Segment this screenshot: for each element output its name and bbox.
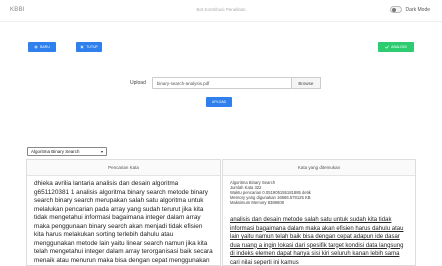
found-words-text: analisis dan desain metode salah satu un… bbox=[230, 217, 404, 266]
search-text-panel-title: Pencarian Kata bbox=[27, 160, 220, 176]
found-words-panel: Kata yang ditemukan Algoritma Binary Sea… bbox=[222, 159, 416, 266]
new-button-label: Baru bbox=[40, 45, 50, 49]
upload-row: Upload binary-search-analysis.pdf Browse bbox=[130, 76, 321, 90]
browse-button[interactable]: Browse bbox=[291, 77, 321, 89]
dark-mode-label: Dark Mode bbox=[405, 6, 430, 13]
analyze-button-label: Analisis bbox=[391, 45, 407, 49]
analyze-button[interactable]: Analisis bbox=[378, 42, 414, 52]
file-input[interactable]: binary-search-analysis.pdf bbox=[151, 77, 292, 89]
upload-submit-label: Upload bbox=[211, 100, 227, 104]
algorithm-select-value: Algoritma Binary Search bbox=[31, 149, 80, 154]
check-icon bbox=[385, 45, 389, 49]
search-text-panel: Pencarian Kata dhieka avrilia lantaria a… bbox=[26, 159, 221, 266]
plus-icon bbox=[34, 45, 38, 49]
page-title: Bot Kontribusi Penelitian bbox=[196, 7, 246, 12]
new-button[interactable]: Baru bbox=[28, 42, 56, 52]
source-text: dhieka avrilia lantaria analisis dan des… bbox=[34, 180, 213, 264]
toggle-knob bbox=[391, 8, 396, 12]
toggle-switch[interactable] bbox=[389, 6, 402, 13]
upload-submit-button[interactable]: Upload bbox=[206, 97, 232, 107]
info-max-memory: Maksimum Memory 8388608 bbox=[230, 200, 284, 205]
found-words-panel-title: Kata yang ditemukan bbox=[223, 160, 415, 176]
top-bar: KBBI Bot Kontribusi Penelitian Dark Mode bbox=[0, 0, 442, 22]
dark-mode-toggle[interactable]: Dark Mode bbox=[389, 6, 430, 13]
upload-label: Upload bbox=[130, 80, 146, 86]
close-button[interactable]: Tutup bbox=[76, 42, 102, 52]
close-icon bbox=[80, 45, 84, 49]
algorithm-select[interactable]: Algoritma Binary Search ▾ bbox=[27, 147, 107, 156]
close-button-label: Tutup bbox=[86, 45, 98, 49]
chevron-down-icon: ▾ bbox=[100, 149, 103, 154]
